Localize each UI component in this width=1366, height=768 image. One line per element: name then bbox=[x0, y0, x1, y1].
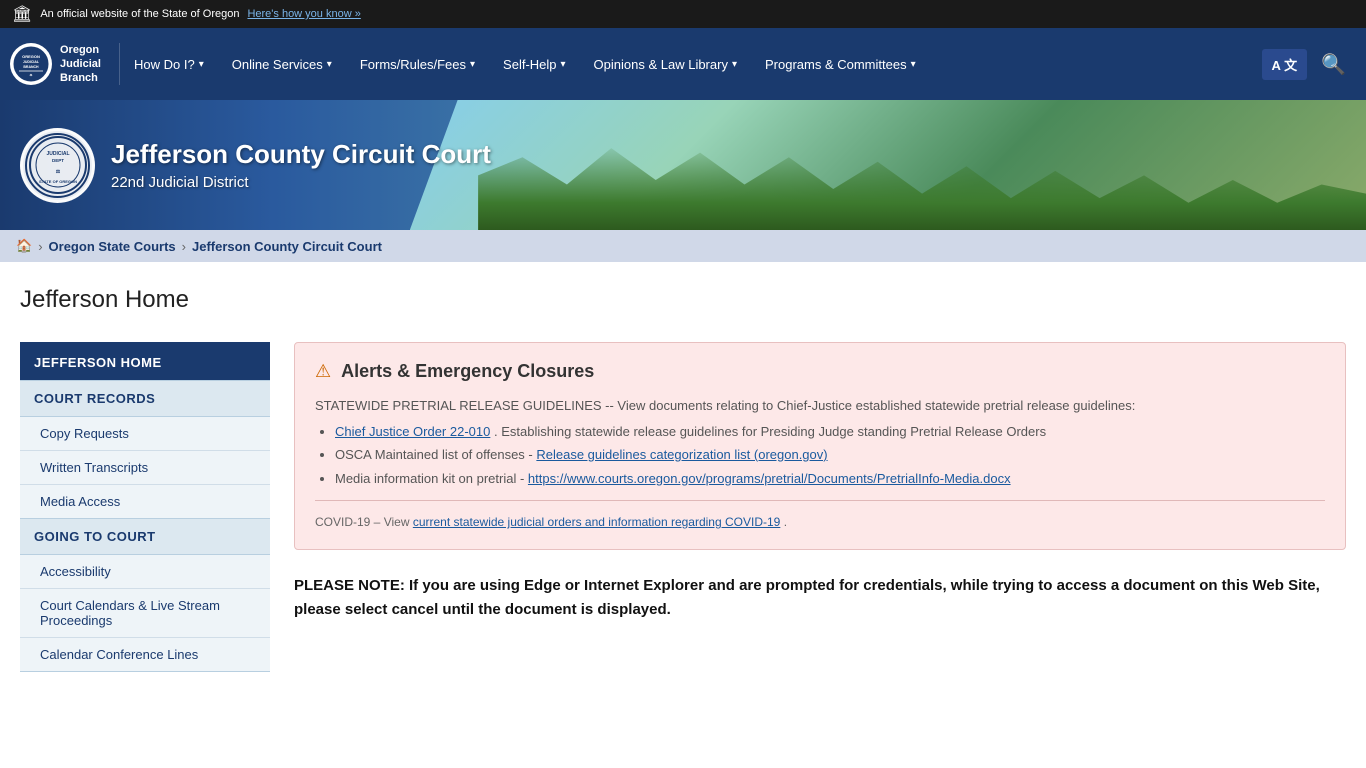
sidebar-section-going-to-court[interactable]: GOING TO COURT bbox=[20, 519, 270, 555]
sidebar-going-to-court-items: Accessibility Court Calendars & Live Str… bbox=[20, 555, 270, 672]
sidebar-court-records-items: Copy Requests Written Transcripts Media … bbox=[20, 417, 270, 519]
alert-list-item-2: OSCA Maintained list of offenses - Relea… bbox=[335, 445, 1325, 465]
svg-text:JUDICIAL: JUDICIAL bbox=[23, 60, 40, 64]
page-title: Jefferson Home bbox=[20, 286, 1346, 322]
note-box: PLEASE NOTE: If you are using Edge or In… bbox=[294, 574, 1346, 622]
sidebar-item-copy-requests[interactable]: Copy Requests bbox=[20, 417, 270, 451]
logo-area[interactable]: OREGON JUDICIAL BRANCH ⚖ Oregon Judicial… bbox=[10, 43, 120, 86]
nav-forms-rules-fees[interactable]: Forms/Rules/Fees ▾ bbox=[346, 28, 489, 100]
svg-text:DEPT: DEPT bbox=[51, 158, 63, 163]
chevron-down-icon: ▾ bbox=[327, 59, 332, 70]
main-navigation: OREGON JUDICIAL BRANCH ⚖ Oregon Judicial… bbox=[0, 28, 1366, 100]
nav-programs-committees[interactable]: Programs & Committees ▾ bbox=[751, 28, 930, 100]
main-area: ⚠ Alerts & Emergency Closures STATEWIDE … bbox=[270, 342, 1346, 672]
content-layout: JEFFERSON HOME COURT RECORDS Copy Reques… bbox=[20, 342, 1346, 672]
chief-justice-order-suffix: . Establishing statewide release guideli… bbox=[494, 424, 1046, 439]
court-seal-inner: JUDICIAL DEPT ⚖ STATE OF OREGON bbox=[25, 133, 90, 198]
chevron-down-icon: ▾ bbox=[199, 59, 204, 70]
sidebar-item-media-access[interactable]: Media Access bbox=[20, 485, 270, 518]
alert-box: ⚠ Alerts & Emergency Closures STATEWIDE … bbox=[294, 342, 1346, 550]
logo-text: Oregon Judicial Branch bbox=[60, 43, 101, 86]
top-bar: 🏛 An official website of the State of Or… bbox=[0, 0, 1366, 28]
nav-opinions-law-library[interactable]: Opinions & Law Library ▾ bbox=[580, 28, 751, 100]
court-seal: JUDICIAL DEPT ⚖ STATE OF OREGON bbox=[20, 128, 95, 203]
sidebar: JEFFERSON HOME COURT RECORDS Copy Reques… bbox=[20, 342, 270, 672]
covid-link[interactable]: current statewide judicial orders and in… bbox=[413, 515, 781, 529]
sidebar-item-court-calendars[interactable]: Court Calendars & Live Stream Proceeding… bbox=[20, 589, 270, 638]
chevron-down-icon: ▾ bbox=[911, 59, 916, 70]
chief-justice-order-link[interactable]: Chief Justice Order 22-010 bbox=[335, 424, 490, 439]
pretrial-media-link[interactable]: https://www.courts.oregon.gov/programs/p… bbox=[528, 471, 1011, 486]
alert-title: Alerts & Emergency Closures bbox=[341, 361, 594, 382]
nav-self-help[interactable]: Self-Help ▾ bbox=[489, 28, 580, 100]
sidebar-section-court-records[interactable]: COURT RECORDS bbox=[20, 381, 270, 417]
alert-divider bbox=[315, 500, 1325, 501]
svg-text:⚖: ⚖ bbox=[30, 73, 33, 77]
nav-right-controls: A 文 🔍 bbox=[1262, 44, 1356, 85]
flag-icon: 🏛 bbox=[12, 4, 32, 24]
how-you-know-link[interactable]: Here's how you know » bbox=[247, 8, 360, 20]
sidebar-item-accessibility[interactable]: Accessibility bbox=[20, 555, 270, 589]
nav-items: How Do I? ▾ Online Services ▾ Forms/Rule… bbox=[120, 28, 1262, 100]
svg-text:BRANCH: BRANCH bbox=[23, 65, 39, 69]
svg-text:⚖: ⚖ bbox=[55, 169, 60, 175]
search-button[interactable]: 🔍 bbox=[1311, 44, 1356, 85]
chevron-down-icon: ▾ bbox=[561, 59, 566, 70]
breadcrumb-oregon-state-courts[interactable]: Oregon State Courts bbox=[49, 239, 176, 254]
breadcrumb: 🏠 › Oregon State Courts › Jefferson Coun… bbox=[0, 230, 1366, 262]
alert-list-item-3: Media information kit on pretrial - http… bbox=[335, 469, 1325, 489]
warning-icon: ⚠ bbox=[315, 361, 331, 382]
alert-links-list: Chief Justice Order 22-010 . Establishin… bbox=[335, 422, 1325, 489]
main-content: Jefferson Home JEFFERSON HOME COURT RECO… bbox=[0, 262, 1366, 696]
covid-text: COVID-19 – View current statewide judici… bbox=[315, 513, 1325, 531]
sidebar-item-written-transcripts[interactable]: Written Transcripts bbox=[20, 451, 270, 485]
chevron-down-icon: ▾ bbox=[470, 59, 475, 70]
logo-seal: OREGON JUDICIAL BRANCH ⚖ bbox=[10, 43, 52, 85]
hero-banner: JUDICIAL DEPT ⚖ STATE OF OREGON Jefferso… bbox=[0, 100, 1366, 230]
ojb-logo-icon: OREGON JUDICIAL BRANCH ⚖ bbox=[11, 44, 51, 84]
osca-prefix: OSCA Maintained list of offenses - bbox=[335, 447, 536, 462]
nav-online-services[interactable]: Online Services ▾ bbox=[218, 28, 346, 100]
search-icon: 🔍 bbox=[1321, 54, 1346, 76]
sidebar-item-calendar-conference-lines[interactable]: Calendar Conference Lines bbox=[20, 638, 270, 671]
language-button[interactable]: A 文 bbox=[1262, 49, 1308, 80]
breadcrumb-jefferson-county[interactable]: Jefferson County Circuit Court bbox=[192, 239, 382, 254]
svg-text:STATE OF OREGON: STATE OF OREGON bbox=[38, 179, 76, 184]
official-website-text: An official website of the State of Oreg… bbox=[40, 8, 239, 20]
hero-text-group: Jefferson County Circuit Court 22nd Judi… bbox=[111, 139, 491, 191]
release-guidelines-link[interactable]: Release guidelines categorization list (… bbox=[536, 447, 827, 462]
breadcrumb-separator: › bbox=[38, 239, 42, 254]
sidebar-section-jefferson-home[interactable]: JEFFERSON HOME bbox=[20, 345, 270, 381]
court-name-heading: Jefferson County Circuit Court bbox=[111, 139, 491, 170]
nav-how-do-i[interactable]: How Do I? ▾ bbox=[120, 28, 218, 100]
alert-header: ⚠ Alerts & Emergency Closures bbox=[315, 361, 1325, 382]
home-icon[interactable]: 🏠 bbox=[16, 238, 32, 254]
svg-text:OREGON: OREGON bbox=[22, 54, 40, 59]
svg-text:JUDICIAL: JUDICIAL bbox=[46, 151, 69, 157]
hero-content: JUDICIAL DEPT ⚖ STATE OF OREGON Jefferso… bbox=[0, 100, 511, 230]
chevron-down-icon: ▾ bbox=[732, 59, 737, 70]
alert-list-item-1: Chief Justice Order 22-010 . Establishin… bbox=[335, 422, 1325, 442]
alert-body: STATEWIDE PRETRIAL RELEASE GUIDELINES --… bbox=[315, 396, 1325, 531]
breadcrumb-separator-2: › bbox=[182, 239, 186, 254]
pretrial-label: STATEWIDE PRETRIAL RELEASE GUIDELINES --… bbox=[315, 396, 1325, 416]
media-kit-prefix: Media information kit on pretrial - bbox=[335, 471, 528, 486]
court-district-subtitle: 22nd Judicial District bbox=[111, 174, 491, 191]
